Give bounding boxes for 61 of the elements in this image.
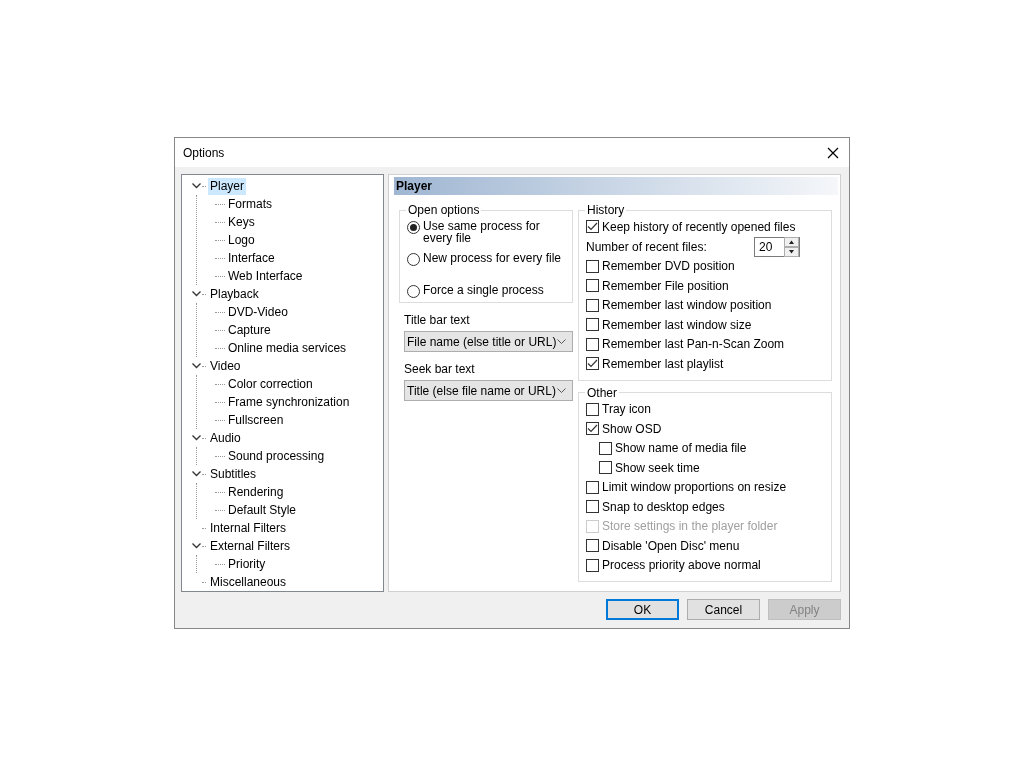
radio-option[interactable]: Force a single process bbox=[407, 281, 566, 301]
tree-item[interactable]: Interface bbox=[226, 249, 277, 267]
group-title: Open options bbox=[407, 203, 481, 217]
dropdown[interactable]: File name (else title or URL) bbox=[404, 331, 573, 352]
checkbox-option[interactable]: Process priority above normal bbox=[586, 555, 825, 575]
dialog-button[interactable]: Cancel bbox=[687, 599, 760, 620]
tree-item[interactable]: Default Style bbox=[226, 501, 299, 519]
tree-item[interactable]: Player bbox=[208, 177, 246, 195]
window-title: Options bbox=[183, 145, 225, 160]
tree-item[interactable]: Frame synchronization bbox=[226, 393, 352, 411]
checkbox-option[interactable]: Show seek time bbox=[586, 458, 825, 478]
checkbox-option[interactable]: Disable 'Open Disc' menu bbox=[586, 536, 825, 556]
tree-item[interactable]: Internal Filters bbox=[208, 519, 289, 537]
tree-item[interactable]: Capture bbox=[226, 321, 273, 339]
chevron-icon bbox=[557, 388, 566, 393]
checkbox-option[interactable]: Show name of media file bbox=[586, 438, 825, 458]
tree-item[interactable]: DVD-Video bbox=[226, 303, 290, 321]
tree-item[interactable]: Logo bbox=[226, 231, 257, 249]
tree-item[interactable]: Playback bbox=[208, 285, 261, 303]
checkmark-icon bbox=[587, 222, 598, 232]
title-bar-text-label: Title bar text bbox=[404, 313, 471, 327]
checkbox-option[interactable]: Remember File position bbox=[586, 276, 825, 296]
checkbox-option[interactable]: Remember last Pan-n-Scan Zoom bbox=[586, 334, 825, 354]
tree-item[interactable]: Rendering bbox=[226, 483, 286, 501]
group-title: Other bbox=[586, 385, 618, 400]
tree-item[interactable]: Video bbox=[208, 357, 243, 375]
checkbox-option[interactable]: Snap to desktop edges bbox=[586, 497, 825, 517]
chevron-icon bbox=[557, 339, 566, 344]
checkbox-option[interactable]: Tray icon bbox=[586, 399, 825, 419]
tree-item[interactable]: Sound processing bbox=[226, 447, 327, 465]
tree-item[interactable]: Color correction bbox=[226, 375, 315, 393]
group-title: History bbox=[586, 203, 626, 217]
tree-item[interactable]: External Filters bbox=[208, 537, 293, 555]
checkbox-option[interactable]: Keep history of recently opened files bbox=[586, 217, 825, 237]
dropdown[interactable]: Title (else file name or URL) bbox=[404, 380, 573, 401]
tree-item[interactable]: Keys bbox=[226, 213, 257, 231]
spinner-label: Number of recent files: bbox=[586, 239, 707, 254]
tree-item[interactable]: Fullscreen bbox=[226, 411, 286, 429]
radio-option[interactable]: Use same process for every file bbox=[407, 217, 566, 247]
spin-arrows-icon bbox=[784, 236, 799, 257]
tree-item[interactable]: Priority bbox=[226, 555, 268, 573]
tree-item[interactable]: Formats bbox=[226, 195, 274, 213]
tree-item[interactable]: Miscellaneous bbox=[208, 573, 289, 591]
checkmark-icon bbox=[587, 424, 598, 434]
checkbox-option[interactable]: Remember last window position bbox=[586, 295, 825, 315]
tree-item[interactable]: Web Interface bbox=[226, 267, 305, 285]
tree-item[interactable]: Subtitles bbox=[208, 465, 259, 483]
seek-bar-text-label: Seek bar text bbox=[404, 362, 476, 376]
checkbox-option[interactable]: Remember last window size bbox=[586, 315, 825, 335]
dialog-button[interactable]: OK bbox=[606, 599, 679, 620]
checkbox-option[interactable]: Limit window proportions on resize bbox=[586, 477, 825, 497]
checkbox-option[interactable]: Show OSD bbox=[586, 419, 825, 439]
checkbox-option[interactable]: Remember DVD position bbox=[586, 256, 825, 276]
checkmark-icon bbox=[587, 359, 598, 369]
radio-option[interactable]: New process for every file bbox=[407, 249, 566, 269]
tree-item[interactable]: Online media services bbox=[226, 339, 349, 357]
tree-item[interactable]: Audio bbox=[208, 429, 243, 447]
number-spinner[interactable]: 20 bbox=[754, 236, 800, 257]
close-icon[interactable] bbox=[827, 146, 839, 159]
checkbox-option[interactable]: Remember last playlist bbox=[586, 354, 825, 374]
page-heading: Player bbox=[394, 177, 838, 195]
